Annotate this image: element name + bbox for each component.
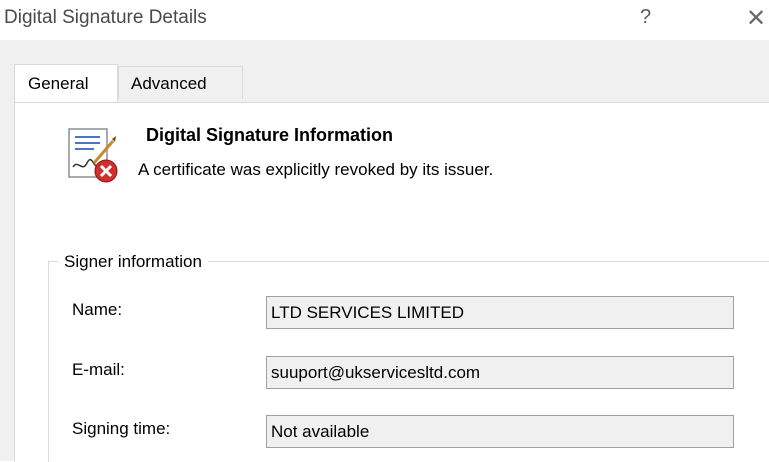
title-bar: Digital Signature Details ? ✕ — [0, 0, 769, 40]
signer-information-label: Signer information — [58, 252, 208, 272]
info-title: Digital Signature Information — [146, 125, 394, 145]
signing-time-field[interactable]: Not available — [266, 415, 734, 448]
name-label: Name: — [72, 300, 123, 319]
tab-general[interactable]: General — [14, 64, 118, 102]
help-button[interactable]: ? — [640, 6, 651, 29]
close-button[interactable]: ✕ — [746, 4, 766, 33]
info-message: A certificate was explicitly revoked by … — [138, 160, 494, 179]
signing-time-label: Signing time: — [72, 419, 171, 438]
window-title: Digital Signature Details — [4, 7, 207, 28]
revoked-certificate-icon — [68, 128, 118, 183]
email-label: E-mail: — [72, 360, 125, 379]
email-field[interactable]: suuport@ukservicesltd.com — [266, 356, 734, 389]
name-field[interactable]: LTD SERVICES LIMITED — [266, 296, 734, 329]
tab-advanced[interactable]: Advanced — [118, 66, 243, 99]
tab-strip: General Advanced — [14, 64, 769, 103]
